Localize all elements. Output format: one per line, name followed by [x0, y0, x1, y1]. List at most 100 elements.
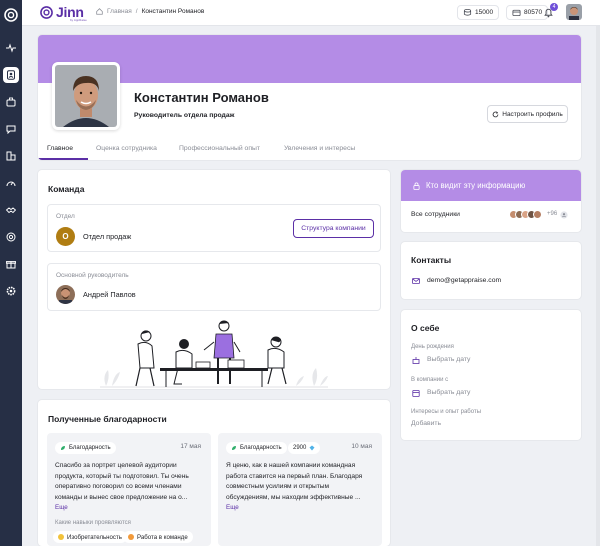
- chat-icon[interactable]: [3, 121, 19, 137]
- brand-subtitle: by AppRaise: [70, 18, 87, 22]
- manager-box: Основной руководитель Андрей Павлов: [47, 263, 381, 311]
- visibility-title: Кто видит эту информацию: [426, 181, 526, 190]
- thanks-text: Я ценю, как в нашей компании командная р…: [226, 462, 363, 501]
- skill-label: Работа в команде: [137, 533, 188, 541]
- contacts-title: Контакты: [411, 255, 452, 265]
- coins-icon: [463, 8, 472, 16]
- handshake-icon[interactable]: [3, 202, 19, 218]
- audience-avatar: [533, 210, 542, 219]
- thanks-item[interactable]: Благодарность 2900 10 мая Я ценю, как в …: [218, 433, 382, 546]
- profile-tabs: Главное Оценка сотрудника Профессиональн…: [38, 141, 581, 160]
- about-card: О себе День рождения Выбрать дату В комп…: [401, 310, 581, 440]
- thanks-date: 10 мая: [351, 443, 372, 450]
- birthday-label: День рождения: [411, 344, 454, 350]
- team-title: Команда: [48, 184, 85, 194]
- department-avatar: О: [56, 227, 75, 246]
- company-since-pick-date[interactable]: Выбрать дату: [427, 389, 470, 396]
- top-bar: Jinn by AppRaise Главная / Константин Ро…: [22, 0, 600, 26]
- thanks-item[interactable]: Благодарность 17 мая Спасибо за портрет …: [47, 433, 211, 546]
- handshake-icon: [128, 534, 134, 540]
- manager-name[interactable]: Андрей Павлов: [83, 290, 136, 299]
- leaf-icon: [61, 446, 65, 450]
- mail-icon: [412, 278, 420, 284]
- cake-icon: [412, 357, 420, 364]
- gift-icon[interactable]: [3, 256, 19, 272]
- gauge-icon[interactable]: [3, 175, 19, 191]
- diamond-icon: [309, 445, 315, 451]
- company-since-label: В компании с: [411, 377, 449, 383]
- profile-photo: [52, 62, 120, 130]
- app-logo-icon[interactable]: [4, 8, 18, 22]
- leaf-icon: [232, 446, 236, 450]
- profile-role: Руководитель отдела продаж: [134, 112, 235, 119]
- contact-email[interactable]: demo@getappraise.com: [427, 277, 501, 284]
- skill-label: Изобретательность: [67, 533, 122, 541]
- interests-add[interactable]: Добавить: [411, 420, 441, 427]
- thanks-points: 2900: [288, 442, 321, 454]
- thanks-points-value: 2900: [293, 445, 307, 451]
- lock-icon: [413, 182, 420, 190]
- department-box: Отдел О Отдел продаж Структура компании: [47, 204, 381, 252]
- tab-professional-experience[interactable]: Профессиональный опыт: [179, 145, 260, 152]
- home-icon[interactable]: [96, 8, 103, 15]
- calendar-icon: [412, 390, 420, 397]
- skill-chip: Работа в команде: [123, 531, 193, 543]
- birthday-pick-date[interactable]: Выбрать дату: [427, 356, 470, 363]
- notification-badge: 4: [550, 3, 558, 11]
- tab-employee-review[interactable]: Оценка сотрудника: [96, 145, 157, 152]
- users-icon: [560, 211, 568, 219]
- profile-icon[interactable]: [3, 67, 19, 83]
- visibility-header: Кто видит эту информацию: [401, 170, 581, 201]
- left-nav-rail: [0, 0, 22, 546]
- active-tab-indicator: [38, 158, 88, 160]
- breadcrumb-separator: /: [135, 8, 138, 15]
- skills-title: Какие навыки проявляются: [55, 520, 131, 526]
- department-label: Отдел: [56, 213, 75, 220]
- brand-logo[interactable]: Jinn by AppRaise: [40, 4, 87, 22]
- manager-label: Основной руководитель: [56, 272, 129, 279]
- tab-hobbies[interactable]: Увлечения и интересы: [284, 145, 355, 152]
- contacts-card: Контакты demo@getappraise.com: [401, 242, 581, 299]
- refresh-icon: [492, 111, 499, 117]
- page-scrollbar[interactable]: [596, 26, 600, 546]
- thanks-title: Полученные благодарности: [48, 414, 167, 424]
- team-card: Команда Отдел О Отдел продаж Структура к…: [38, 170, 390, 389]
- activity-icon[interactable]: [3, 40, 19, 56]
- lightbulb-icon: [58, 534, 64, 540]
- thanks-more-link[interactable]: Еще: [226, 504, 239, 511]
- thanks-more-link[interactable]: Еще: [55, 504, 68, 511]
- about-title: О себе: [411, 323, 440, 333]
- customize-profile-label: Настроить профиль: [502, 110, 563, 118]
- audience-avatars[interactable]: [509, 210, 542, 219]
- wallet-icon: [512, 9, 521, 17]
- breadcrumb-home[interactable]: Главная: [107, 8, 132, 15]
- user-avatar[interactable]: [566, 4, 582, 20]
- coins-value: 15000: [475, 9, 494, 16]
- breadcrumb: Главная / Константин Романов: [96, 8, 204, 15]
- company-structure-button[interactable]: Структура компании: [293, 219, 374, 238]
- interests-label: Интересы и опыт работы: [411, 409, 482, 415]
- briefcase-icon[interactable]: [3, 94, 19, 110]
- manager-avatar[interactable]: [56, 285, 75, 304]
- profile-name: Константин Романов: [134, 90, 269, 105]
- thanks-date: 17 мая: [180, 443, 201, 450]
- thanks-tag: Благодарность: [226, 442, 287, 454]
- customize-profile-button[interactable]: Настроить профиль: [487, 105, 568, 123]
- visibility-card: Кто видит эту информацию Все сотрудники …: [401, 170, 581, 232]
- visibility-audience: Все сотрудники: [411, 211, 460, 218]
- team-illustration: [100, 320, 328, 388]
- target-icon[interactable]: [3, 229, 19, 245]
- wallet-balance[interactable]: 80570: [506, 5, 549, 20]
- org-chart-icon[interactable]: [3, 148, 19, 164]
- coins-balance[interactable]: 15000: [457, 5, 500, 20]
- audience-extra-count: +96: [547, 211, 558, 217]
- thanks-card: Полученные благодарности Благодарность 1…: [38, 400, 390, 546]
- profile-header-card: Константин Романов Руководитель отдела п…: [38, 35, 581, 160]
- department-name[interactable]: Отдел продаж: [83, 232, 131, 241]
- tab-main[interactable]: Главное: [47, 145, 73, 152]
- thanks-tag-label: Благодарность: [69, 445, 111, 451]
- settings-icon[interactable]: [3, 283, 19, 299]
- skill-chip: Изобретательность: [53, 531, 127, 543]
- thanks-tag-label: Благодарность: [240, 445, 282, 451]
- thanks-tag: Благодарность: [55, 442, 116, 454]
